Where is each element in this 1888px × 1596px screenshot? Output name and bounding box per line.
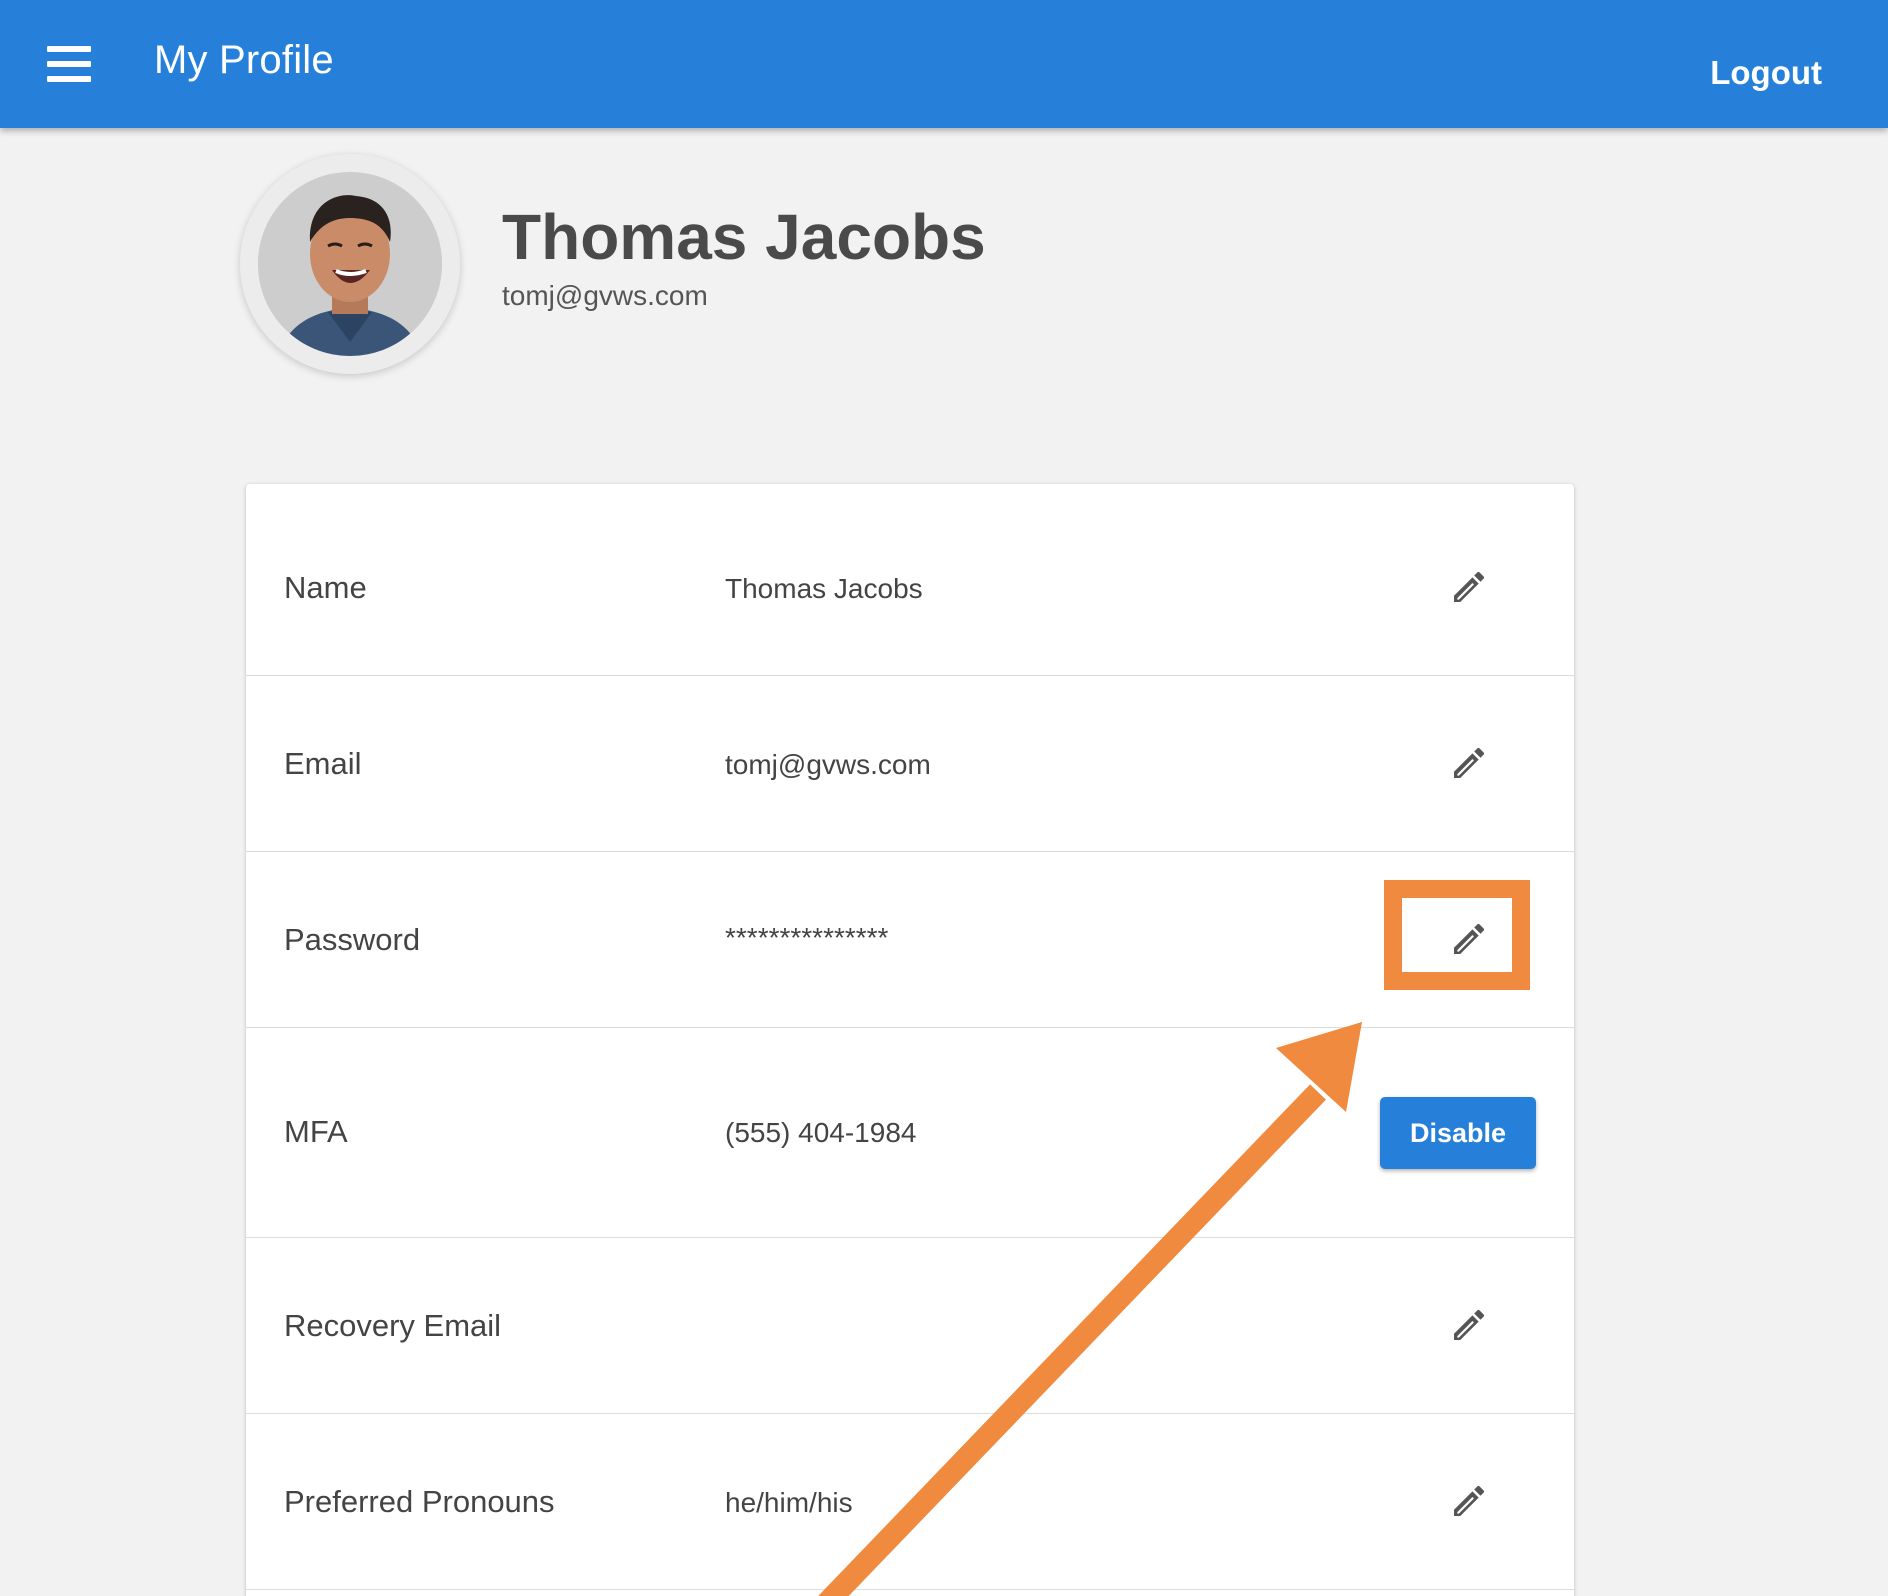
pencil-icon bbox=[1454, 747, 1485, 778]
row-value: Thomas Jacobs bbox=[725, 573, 923, 604]
edit-pronouns-button[interactable] bbox=[1442, 1474, 1496, 1528]
hamburger-menu-icon[interactable] bbox=[36, 34, 102, 94]
row-value: *************** bbox=[725, 922, 889, 953]
row-value: (555) 404-1984 bbox=[725, 1117, 917, 1148]
edit-name-button[interactable] bbox=[1442, 560, 1496, 614]
disable-mfa-button[interactable]: Disable bbox=[1380, 1097, 1536, 1169]
pencil-icon bbox=[1454, 1485, 1485, 1516]
settings-row-email: Email tomj@gvws.com bbox=[246, 676, 1574, 852]
profile-name: Thomas Jacobs bbox=[502, 201, 986, 273]
row-label: Email bbox=[284, 746, 362, 781]
pencil-icon bbox=[1454, 1309, 1485, 1340]
row-label: Recovery Email bbox=[284, 1308, 502, 1343]
logout-button[interactable]: Logout bbox=[1710, 54, 1822, 92]
avatar bbox=[240, 154, 460, 374]
settings-row-pronouns: Preferred Pronouns he/him/his bbox=[246, 1414, 1574, 1590]
settings-row-mfa: MFA (555) 404-1984 Disable bbox=[246, 1028, 1574, 1238]
pencil-icon bbox=[1454, 571, 1485, 602]
profile-settings-card: Name Thomas Jacobs Email tomj@gvws.com P… bbox=[246, 484, 1574, 1596]
row-label: Password bbox=[284, 922, 421, 957]
row-value: he/him/his bbox=[725, 1487, 853, 1518]
settings-row-name: Name Thomas Jacobs bbox=[246, 484, 1574, 676]
row-label: MFA bbox=[284, 1114, 348, 1149]
person-photo-icon bbox=[258, 172, 442, 356]
avatar-photo bbox=[258, 172, 442, 356]
profile-email: tomj@gvws.com bbox=[502, 280, 708, 311]
edit-email-button[interactable] bbox=[1442, 736, 1496, 790]
settings-row-recovery-email: Recovery Email bbox=[246, 1238, 1574, 1414]
app-bar: My Profile Logout bbox=[0, 0, 1888, 128]
row-label: Preferred Pronouns bbox=[284, 1484, 555, 1519]
settings-row-password: Password *************** bbox=[246, 852, 1574, 1028]
edit-recovery-email-button[interactable] bbox=[1442, 1298, 1496, 1352]
annotation-highlight-box bbox=[1384, 880, 1530, 990]
page-title: My Profile bbox=[154, 38, 334, 82]
row-label: Name bbox=[284, 570, 367, 605]
page: My Profile Logout Thomas Jacobs tomj@gvw… bbox=[0, 0, 1888, 1596]
row-value: tomj@gvws.com bbox=[725, 749, 931, 780]
